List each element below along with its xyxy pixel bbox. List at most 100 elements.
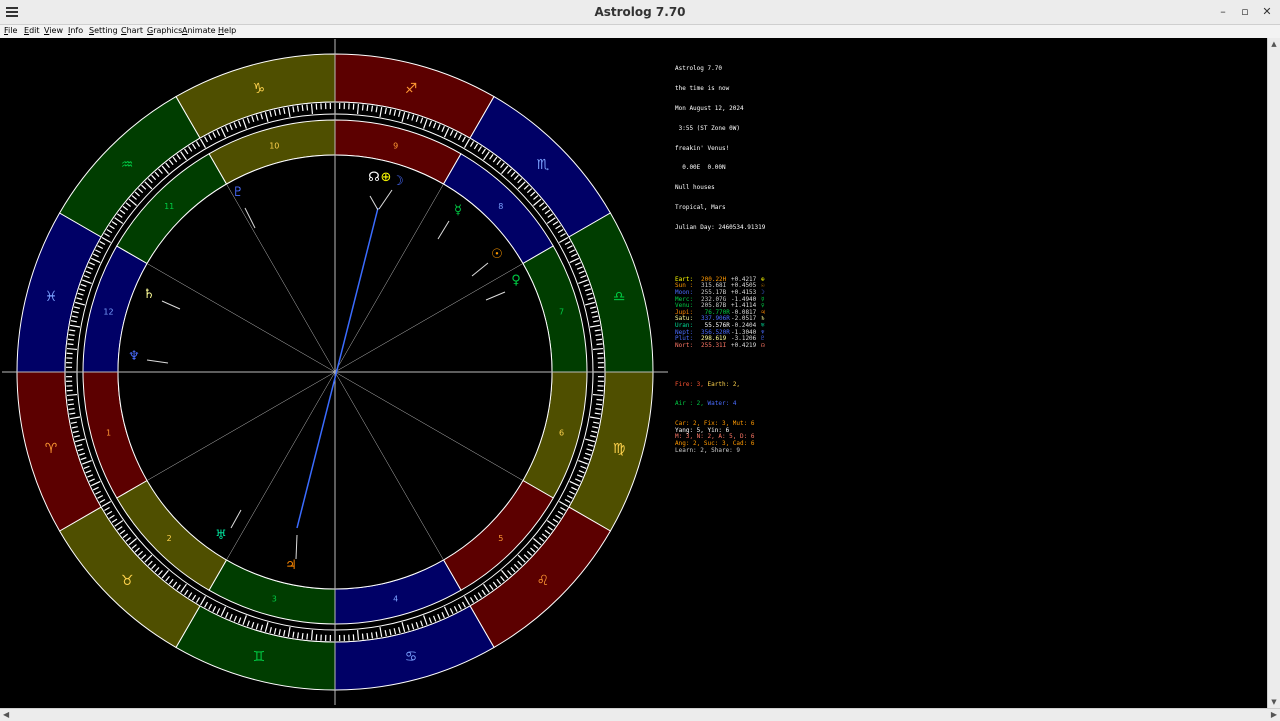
degree-tick — [372, 106, 373, 112]
planet-marker-icon: ☿ — [454, 203, 462, 218]
menu-setting[interactable]: Setting — [89, 26, 118, 35]
house-number: 1 — [106, 429, 111, 438]
zodiac-sign-icon: ♌ — [537, 573, 550, 589]
stat-list: Car: 2, Fix: 3, Mut: 6Yang: 5, Yin: 6M: … — [675, 421, 765, 454]
house-system: Null houses — [675, 185, 765, 192]
degree-tick — [362, 634, 363, 640]
house-number: 4 — [393, 595, 398, 604]
element-line-2: Air : 2, Water: 4 — [675, 401, 765, 408]
scroll-left-icon[interactable]: ◀ — [3, 710, 9, 719]
planet-row: Nort:255.31I+0.4219☊ — [675, 343, 765, 350]
planet-marker-icon: ♀ — [511, 273, 521, 288]
julian-day: Julian Day: 2460534.91319 — [675, 225, 765, 232]
zodiac-sign-icon: ♏ — [537, 157, 550, 173]
degree-tick — [68, 339, 74, 340]
planet-marker-icon: ☽ — [392, 174, 404, 189]
planet-name: Nort: — [675, 343, 701, 350]
degree-tick — [372, 632, 373, 638]
minimize-icon[interactable]: – — [1215, 4, 1231, 20]
zodiac-sign-icon: ♋ — [405, 649, 418, 665]
planet-glyph-icon: ☊ — [761, 342, 765, 349]
degree-tick — [69, 335, 75, 336]
degree-tick — [69, 409, 75, 410]
degree-tick — [67, 344, 73, 345]
degree-tick — [307, 104, 308, 110]
stat-line: Learn: 2, Share: 9 — [675, 448, 765, 455]
zodiac-sign-icon: ♉ — [121, 573, 134, 589]
program-version: Astrolog 7.70 — [675, 66, 765, 73]
window-title: Astrolog 7.70 — [0, 5, 1280, 19]
house-number: 9 — [393, 141, 398, 150]
astrology-wheel: ♑♐♏♎♍♌♋♊♉♈♓♒109876543211211☊⊕☽☿☉♀♄♆♇♅♃ — [0, 38, 670, 708]
scroll-up-icon[interactable]: ▲ — [1268, 40, 1280, 48]
chart-canvas[interactable]: ♑♐♏♎♍♌♋♊♉♈♓♒109876543211211☊⊕☽☿☉♀♄♆♇♅♃ — [0, 38, 1268, 708]
info-panel: Astrolog 7.70 the time is now Mon August… — [675, 40, 765, 461]
degree-tick — [68, 404, 74, 405]
planet-marker-icon: ♃ — [285, 558, 297, 573]
menu-help[interactable]: Help — [218, 26, 236, 35]
menu-info[interactable]: Info — [68, 26, 83, 35]
menu-graphics[interactable]: Graphics — [147, 26, 182, 35]
planet-marker-icon: ♅ — [215, 528, 227, 543]
menu-chart[interactable]: Chart — [121, 26, 143, 35]
element-line-1: Fire: 3, Earth: 2, — [675, 382, 765, 389]
degree-tick — [302, 633, 303, 639]
degree-tick — [596, 404, 602, 405]
water-count: Water: 4 — [708, 400, 737, 407]
house-number: 3 — [272, 595, 277, 604]
house-number: 2 — [167, 534, 172, 543]
planet-list: Eart:200.22H+0.4217⊕Sun :315.68I+0.4505☉… — [675, 277, 765, 350]
house-number: 10 — [269, 141, 279, 150]
house-number: 8 — [498, 202, 503, 211]
chart-caption: freakin' Venus! — [675, 146, 765, 153]
house-number: 5 — [498, 534, 503, 543]
degree-tick — [597, 399, 603, 400]
horizontal-scrollbar[interactable]: ◀ ▶ — [0, 708, 1280, 721]
zodiac-sign-icon: ♓ — [45, 289, 58, 305]
planet-marker-icon: ☉ — [491, 247, 503, 262]
scroll-down-icon[interactable]: ▼ — [1268, 698, 1280, 706]
degree-tick — [595, 409, 601, 410]
degree-tick — [367, 105, 368, 111]
air-count: Air : 2, — [675, 400, 704, 407]
house-number: 11 — [164, 202, 174, 211]
degree-tick — [367, 633, 368, 639]
degree-tick — [302, 105, 303, 111]
scroll-right-icon[interactable]: ▶ — [1271, 710, 1277, 719]
degree-tick — [362, 104, 363, 110]
fire-count: Fire: 3, — [675, 381, 704, 388]
planet-speed: +0.4219 — [731, 343, 761, 350]
planet-longitude: 255.31I — [701, 343, 731, 350]
zodiac-sign-icon: ♒ — [121, 157, 134, 173]
zodiac-sign-icon: ♐ — [405, 81, 418, 97]
degree-tick — [597, 344, 603, 345]
planet-marker-icon: ♄ — [143, 287, 155, 302]
planet-marker-icon: ☊ — [368, 170, 380, 185]
chart-subject: the time is now — [675, 86, 765, 93]
menu-file[interactable]: File — [4, 26, 17, 35]
degree-tick — [595, 335, 601, 336]
degree-tick — [67, 399, 73, 400]
house-number: 12 — [103, 307, 113, 316]
chart-date: Mon August 12, 2024 — [675, 106, 765, 113]
degree-tick — [298, 106, 299, 112]
menu-bar: File Edit View Info Setting Chart Graphi… — [0, 25, 1280, 38]
zodiac-sign-icon: ♊ — [253, 649, 266, 665]
menu-edit[interactable]: Edit — [24, 26, 40, 35]
maximize-icon[interactable]: ▫ — [1237, 4, 1253, 20]
info-header: Astrolog 7.70 the time is now Mon August… — [675, 53, 765, 244]
close-icon[interactable]: ✕ — [1259, 4, 1275, 20]
zodiac-sign-icon: ♈ — [45, 441, 58, 457]
menu-view[interactable]: View — [44, 26, 63, 35]
title-bar: Astrolog 7.70 – ▫ ✕ — [0, 0, 1280, 25]
menu-animate[interactable]: Animate — [182, 26, 216, 35]
zodiac-type: Tropical, Mars — [675, 205, 765, 212]
chart-time: 3:55 (ST Zone 0W) — [675, 126, 765, 133]
chart-location: 0.00E 0.00N — [675, 165, 765, 172]
house-number: 7 — [559, 307, 564, 316]
vertical-scrollbar[interactable]: ▲ ▼ — [1267, 38, 1280, 708]
zodiac-sign-icon: ♎ — [613, 289, 626, 305]
planet-marker-icon: ⊕ — [381, 170, 392, 185]
degree-tick — [298, 632, 299, 638]
degree-tick — [307, 634, 308, 640]
